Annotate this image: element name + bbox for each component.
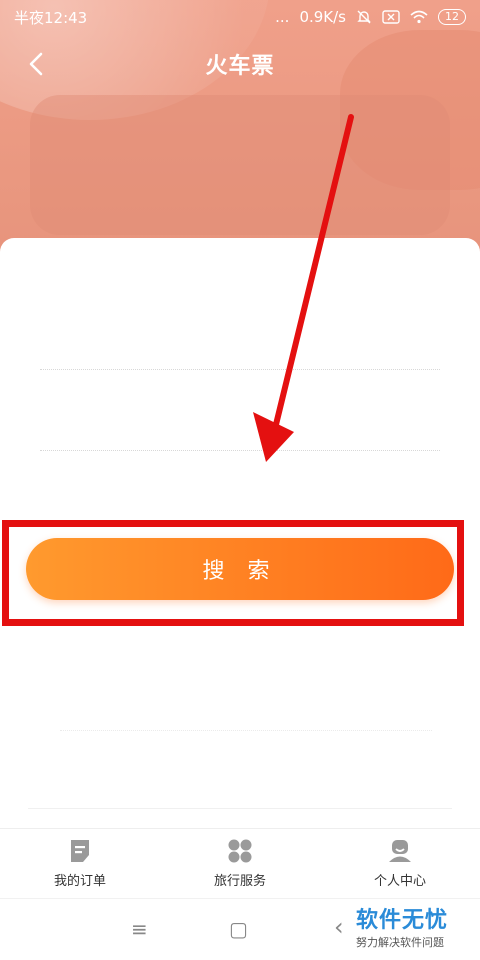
status-bar: 半夜12:43 ... 0.9K/s 12: [0, 0, 480, 34]
watermark: 软件无忧 努力解决软件问题: [356, 902, 480, 954]
back-button[interactable]: [22, 50, 50, 78]
order-icon: [71, 840, 89, 862]
home-icon[interactable]: ▢: [229, 917, 248, 941]
nav-bar: 火车票: [0, 40, 480, 88]
divider: [60, 730, 432, 731]
card-bottom-edge: [28, 808, 452, 822]
annotation-highlight-box: [2, 520, 464, 626]
sim-off-icon: [382, 10, 400, 24]
status-time: 半夜12:43: [14, 8, 88, 27]
mute-icon: [357, 10, 371, 24]
watermark-subtitle: 努力解决软件问题: [356, 936, 444, 949]
tab-travel-services[interactable]: 旅行服务: [160, 829, 320, 898]
watermark-title: 软件无忧: [356, 908, 449, 933]
wifi-icon: [410, 10, 428, 24]
network-speed: 0.9K/s: [299, 8, 346, 26]
tab-my-orders[interactable]: 我的订单: [0, 829, 160, 898]
more-dots: ...: [275, 8, 290, 26]
tab-label: 旅行服务: [213, 874, 266, 889]
divider: [40, 369, 440, 370]
chevron-left-icon: [29, 52, 43, 76]
status-indicators: ... 0.9K/s 12: [275, 8, 466, 26]
grid-icon: [228, 839, 252, 863]
user-icon: [389, 840, 411, 862]
tab-label: 我的订单: [53, 874, 106, 889]
menu-icon[interactable]: ≡: [131, 917, 148, 941]
divider: [40, 450, 440, 451]
page-title: 火车票: [205, 54, 275, 79]
bottom-tab-bar: 我的订单 旅行服务 个人中心: [0, 828, 480, 898]
back-icon[interactable]: ‹: [334, 913, 344, 941]
decor-blob: [30, 95, 450, 235]
battery-indicator: 12: [438, 9, 466, 25]
tab-label: 个人中心: [373, 874, 426, 889]
tab-personal-center[interactable]: 个人中心: [320, 829, 480, 898]
